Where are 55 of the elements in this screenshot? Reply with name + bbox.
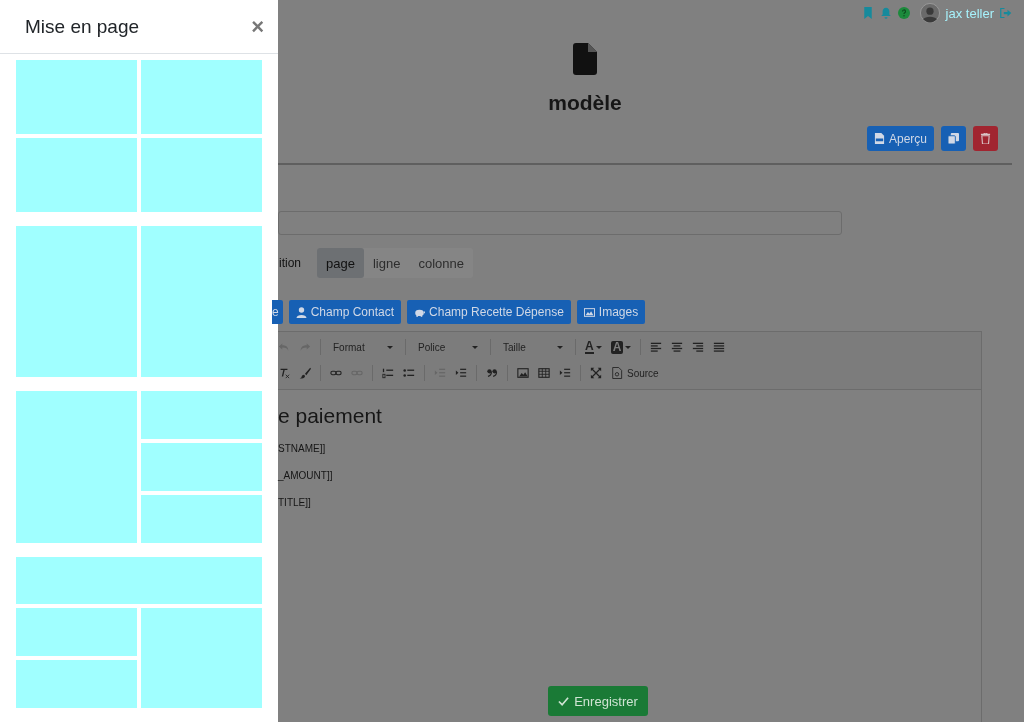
quote-icon[interactable] — [486, 367, 498, 379]
help-icon[interactable] — [897, 7, 910, 19]
delete-button[interactable] — [973, 126, 998, 151]
page-title: modèle — [548, 91, 622, 115]
contact-field-button[interactable]: Champ Contact — [288, 300, 402, 324]
caret-icon — [625, 345, 632, 349]
editor-text: TITLE]] — [278, 497, 311, 509]
indent-icon[interactable] — [455, 367, 467, 379]
caret-icon — [557, 345, 563, 349]
maximize-icon[interactable] — [590, 367, 602, 379]
copy-button[interactable] — [941, 126, 966, 151]
check-icon — [558, 695, 570, 707]
editor-text: STNAME]] — [278, 443, 326, 455]
position-label: ition — [279, 256, 301, 270]
font-dropdown[interactable]: Format — [330, 341, 396, 353]
align-left-icon[interactable] — [650, 341, 663, 353]
text-field[interactable] — [278, 211, 842, 235]
align-right-icon[interactable] — [692, 341, 705, 353]
font-dropdown[interactable]: Police — [415, 341, 481, 353]
caret-icon — [387, 345, 393, 349]
pdf-file-icon — [873, 133, 885, 144]
remove-format-icon[interactable] — [278, 367, 290, 379]
image-icon — [583, 306, 595, 318]
align-center-icon[interactable] — [671, 341, 684, 353]
trash-icon — [980, 133, 991, 144]
indent-block-icon[interactable] — [559, 367, 571, 379]
user-name[interactable]: jax teller — [945, 5, 994, 21]
source-button[interactable]: Source — [611, 367, 659, 379]
caret-icon — [472, 345, 478, 349]
position-tab[interactable]: ligne — [363, 248, 410, 278]
image-icon[interactable] — [517, 367, 529, 379]
numbered-list-icon[interactable] — [382, 367, 394, 379]
text-color-button[interactable]: A — [585, 340, 602, 354]
save-button[interactable]: Enregistrer — [548, 686, 648, 716]
person-icon — [295, 306, 307, 318]
editor-heading: e paiement — [278, 404, 382, 428]
avatar-icon[interactable] — [919, 3, 940, 23]
drawer-title: Mise en page — [25, 15, 140, 38]
bulleted-list-icon[interactable] — [403, 367, 415, 379]
brush-icon[interactable] — [299, 367, 311, 379]
caret-icon — [595, 345, 602, 349]
images-button[interactable]: Images — [576, 300, 646, 324]
editor-text: _AMOUNT]] — [278, 470, 333, 482]
document-icon — [611, 367, 623, 379]
table-icon[interactable] — [538, 367, 550, 379]
income-expense-field-button[interactable]: Champ Recette Dépense — [407, 300, 571, 324]
close-button[interactable]: × — [249, 13, 266, 40]
copy-icon — [948, 133, 959, 144]
font-dropdown[interactable]: Taille — [500, 341, 566, 353]
preview-button[interactable]: Aperçu — [866, 126, 934, 151]
file-icon — [573, 43, 597, 75]
position-tab[interactable]: colonne — [409, 248, 473, 278]
position-tab[interactable]: page — [317, 248, 364, 278]
align-justify-icon[interactable] — [713, 341, 726, 353]
field-button[interactable]: e — [272, 300, 283, 324]
